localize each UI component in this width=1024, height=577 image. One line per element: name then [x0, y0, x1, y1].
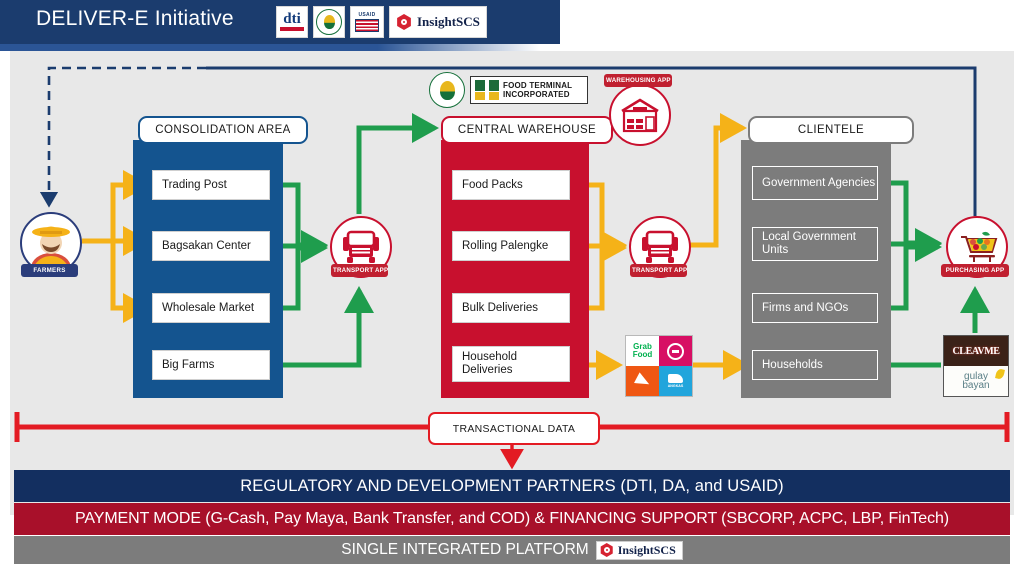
- lalamove-logo[interactable]: [626, 366, 659, 396]
- item-trading-post[interactable]: Trading Post: [152, 170, 270, 200]
- item-households[interactable]: Households: [752, 350, 878, 380]
- purchasing-app-label: PURCHASING APP: [941, 264, 1009, 277]
- item-household-deliveries[interactable]: Household Deliveries: [452, 346, 570, 382]
- item-rolling-palengke[interactable]: Rolling Palengke: [452, 231, 570, 261]
- central-warehouse-title[interactable]: CENTRAL WAREHOUSE: [441, 116, 613, 144]
- item-local-government-units[interactable]: Local Government Units: [752, 227, 878, 261]
- grabfood-logo[interactable]: Grab Food: [626, 336, 659, 366]
- insightscs-mark-icon: [397, 14, 411, 30]
- dti-logo: dti: [276, 6, 308, 38]
- item-bulk-deliveries[interactable]: Bulk Deliveries: [452, 293, 570, 323]
- fti-line1: FOOD TERMINAL: [503, 81, 573, 90]
- consolidation-area-title[interactable]: CONSOLIDATION AREA: [138, 116, 308, 144]
- foodpanda-logo[interactable]: [659, 336, 692, 366]
- transport-app-label: TRANSPORT APP: [630, 264, 687, 277]
- header-logo-group: dti USAID InsightSCS: [276, 6, 487, 38]
- payment-mode-bar: PAYMENT MODE (G-Cash, Pay Maya, Bank Tra…: [14, 503, 1010, 535]
- fti-mark-icon: [475, 80, 499, 100]
- item-firms-and-ngos[interactable]: Firms and NGOs: [752, 293, 878, 323]
- deliver-e-initiative-diagram: DELIVER-E Initiative dti USAID InsightSC…: [0, 0, 1024, 577]
- insightscs-mark-icon: [600, 543, 613, 557]
- header-banner: DELIVER-E Initiative dti USAID InsightSC…: [0, 0, 560, 51]
- retail-apps-tile[interactable]: CLEAVME gulay bayan: [943, 335, 1009, 397]
- platform-label: SINGLE INTEGRATED PLATFORM: [341, 541, 589, 558]
- da-seal-icon: [429, 72, 465, 108]
- item-wholesale-market[interactable]: Wholesale Market: [152, 293, 270, 323]
- farmers-label: FARMERS: [21, 264, 78, 277]
- regulatory-partners-bar: REGULATORY AND DEVELOPMENT PARTNERS (DTI…: [14, 470, 1010, 502]
- page-title: DELIVER-E Initiative: [36, 7, 234, 30]
- delivery-apps-tile[interactable]: Grab Food ANGKAS: [625, 335, 693, 397]
- single-integrated-platform-bar: SINGLE INTEGRATED PLATFORM InsightSCS: [14, 536, 1010, 564]
- clientele-title[interactable]: CLIENTELE: [748, 116, 914, 144]
- insightscs-logo: InsightSCS: [595, 540, 683, 560]
- angkas-logo[interactable]: ANGKAS: [659, 366, 692, 396]
- cleavme-logo[interactable]: CLEAVME: [944, 336, 1008, 366]
- item-big-farms[interactable]: Big Farms: [152, 350, 270, 380]
- department-of-agriculture-seal-icon: [313, 6, 345, 38]
- leaf-icon: [995, 368, 1005, 380]
- gulay-bayan-logo[interactable]: gulay bayan: [944, 366, 1008, 396]
- transport-app-label: TRANSPORT APP: [331, 264, 388, 277]
- item-food-packs[interactable]: Food Packs: [452, 170, 570, 200]
- insightscs-logo: InsightSCS: [389, 6, 487, 38]
- warehousing-app-label: WAREHOUSING APP: [604, 74, 672, 87]
- warehouse-icon[interactable]: [609, 84, 671, 146]
- item-bagsakan-center[interactable]: Bagsakan Center: [152, 231, 270, 261]
- transactional-data-badge[interactable]: TRANSACTIONAL DATA: [428, 412, 600, 445]
- food-terminal-incorporated-logo: FOOD TERMINAL INCORPORATED: [470, 76, 588, 104]
- usaid-logo: USAID: [350, 6, 384, 38]
- item-government-agencies[interactable]: Government Agencies: [752, 166, 878, 200]
- fti-line2: INCORPORATED: [503, 90, 570, 99]
